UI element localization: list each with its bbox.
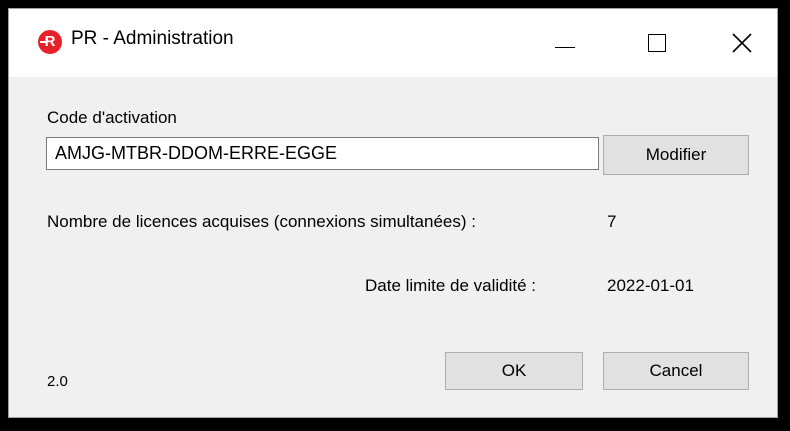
activation-code-label: Code d'activation bbox=[47, 108, 177, 127]
licences-label: Nombre de licences acquises (connexions … bbox=[47, 212, 476, 231]
maximize-button[interactable] bbox=[611, 9, 703, 77]
close-icon bbox=[732, 33, 752, 53]
validity-value: 2022-01-01 bbox=[607, 276, 694, 295]
app-logo-icon: R bbox=[38, 30, 62, 54]
validity-label: Date limite de validité : bbox=[365, 276, 537, 295]
window-title: PR - Administration bbox=[71, 28, 234, 49]
close-button[interactable] bbox=[699, 9, 779, 77]
title-bar[interactable]: R PR - Administration bbox=[9, 9, 777, 77]
version-label: 2.0 bbox=[47, 373, 68, 390]
modify-button[interactable]: Modifier bbox=[603, 135, 749, 175]
administration-dialog: R PR - Administration Code d'activation … bbox=[8, 8, 778, 418]
maximize-icon bbox=[648, 34, 666, 52]
minimize-button[interactable] bbox=[519, 9, 611, 77]
activation-code-input[interactable] bbox=[46, 137, 599, 170]
cancel-button[interactable]: Cancel bbox=[603, 352, 749, 390]
ok-button[interactable]: OK bbox=[445, 352, 583, 390]
logo-letter: R bbox=[44, 33, 56, 50]
minimize-icon bbox=[555, 47, 575, 48]
licences-value: 7 bbox=[607, 212, 617, 231]
